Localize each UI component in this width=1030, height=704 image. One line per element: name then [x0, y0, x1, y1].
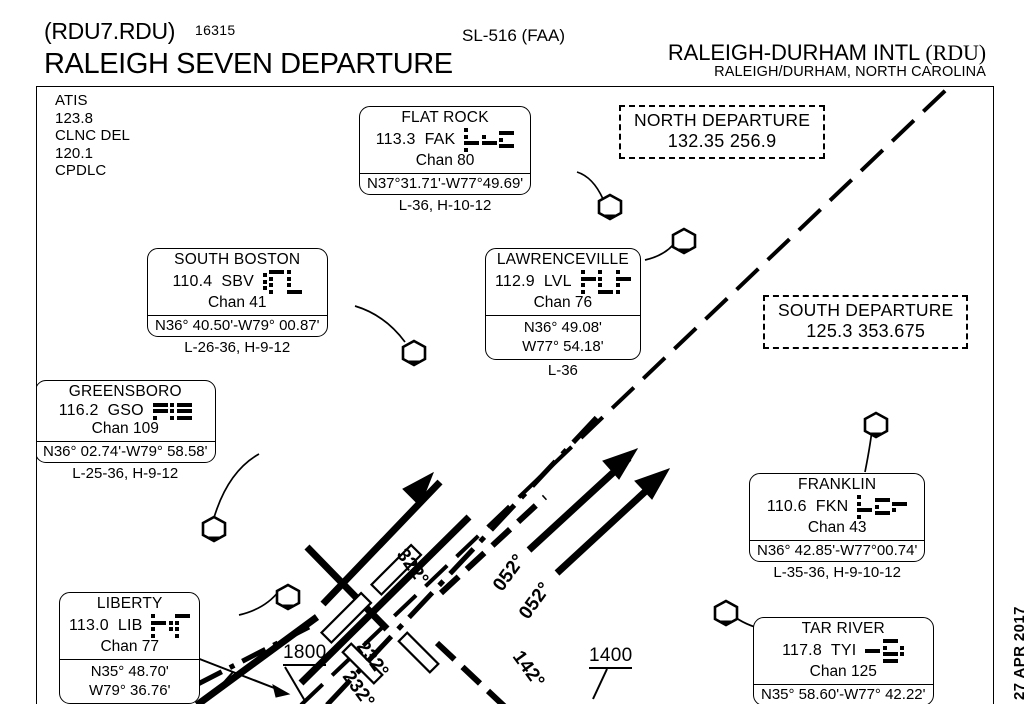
navaid-channel: Chan 76	[533, 293, 593, 311]
navaid-coordinates: N36° 02.74'-W79° 58.58'	[43, 443, 208, 460]
airport-name: RALEIGH-DURHAM INTL (RDU)	[668, 40, 986, 66]
navaid-frequency: 110.4	[172, 272, 213, 290]
cpdlc-label: CPDLC	[55, 162, 107, 179]
morse-code-icon	[865, 639, 905, 663]
plan-view: ATIS 123.8 CLNC DEL 120.1 CPDLC NORTH DE…	[36, 86, 994, 704]
navaid-latitude: N36° 49.08'	[523, 318, 602, 336]
vor-symbol-greensboro	[199, 515, 229, 543]
navaid-latitude: N35° 48.70'	[90, 662, 169, 680]
morse-code-icon	[152, 402, 192, 420]
navaid-name: LIBERTY	[96, 595, 163, 612]
navaid-name: FLAT ROCK	[401, 109, 489, 126]
sl-number: SL-516 (FAA)	[462, 26, 565, 45]
south-departure-comm-box: SOUTH DEPARTURE 125.3 353.675	[763, 295, 969, 349]
navaid-south-boston: SOUTH BOSTON 110.4 SBV Chan 41 N36° 40.5…	[147, 248, 328, 356]
navaid-frequency: 112.9	[495, 272, 535, 290]
morse-code-icon	[464, 128, 515, 152]
navaid-ident: GSO	[107, 402, 144, 419]
navaid-airways: L-25-36, H-9-12	[72, 465, 179, 482]
navaid-airways: L-36, H-10-12	[398, 196, 492, 214]
navaid-channel: Chan 41	[207, 293, 267, 311]
navaid-ident: LVL	[543, 272, 572, 290]
navaid-ident: FKN	[815, 497, 849, 515]
vor-symbol-franklin	[861, 411, 891, 439]
navaid-lawrenceville: LAWRENCEVILLE 112.9 LVL Chan 76 N36° 49.…	[485, 248, 641, 379]
vor-symbol-flat-rock	[595, 193, 625, 221]
navaid-coordinates: N35° 48.70' W79° 36.76'	[60, 660, 199, 703]
clearance-delivery-label: CLNC DEL	[55, 127, 130, 144]
navaid-coordinates: N35° 58.60'-W77° 42.22'	[761, 685, 926, 703]
navaid-coordinates: N36° 40.50'-W79° 00.87'	[155, 316, 320, 334]
vor-symbol-lawrenceville	[669, 227, 699, 255]
south-departure-frequencies: 125.3 353.675	[806, 321, 926, 341]
navaid-frequency: 113.3	[375, 130, 416, 148]
navaid-tar-river: TAR RIVER 117.8 TYI Chan 125 N35° 58.60'…	[753, 617, 934, 704]
navaid-channel: Chan 77	[100, 637, 160, 655]
morse-code-icon	[857, 495, 908, 519]
amendment-number: 16315	[195, 22, 236, 38]
navaid-franklin: FRANKLIN 110.6 FKN Chan 43 N36° 42.85'-W…	[749, 473, 926, 581]
clearance-delivery-frequency: 120.1	[55, 144, 94, 162]
navaid-name: SOUTH BOSTON	[174, 251, 301, 268]
navaid-name: GREENSBORO	[68, 383, 182, 400]
morse-code-icon	[262, 270, 302, 294]
navaid-frequency: 116.2	[58, 402, 99, 419]
navaid-airways: L-35-36, H-9-10-12	[773, 563, 901, 581]
navaid-coordinates: N36° 42.85'-W77°00.74'	[757, 541, 918, 559]
atis-line: ATIS	[55, 92, 88, 109]
navaid-coordinates: N37°31.71'-W77°49.69'	[367, 174, 524, 192]
navaid-name: TAR RIVER	[801, 620, 885, 637]
navaid-frequency: 117.8	[782, 641, 822, 659]
navaid-longitude: W79° 36.76'	[89, 681, 171, 699]
margin-right-text: 27 APR 2017	[1011, 606, 1028, 700]
departure-chart: (RDU7.RDU) 16315 SL-516 (FAA) RALEIGH SE…	[0, 0, 1030, 704]
vor-symbol-tar-river	[711, 599, 741, 627]
airport-ident: (RDU)	[925, 40, 986, 65]
north-departure-frequencies: 132.35 256.9	[667, 131, 777, 151]
navaid-channel: Chan 109	[91, 420, 159, 437]
atis-info-block: ATIS 123.8 CLNC DEL 120.1 CPDLC	[55, 92, 130, 180]
navaid-airways: L-36	[547, 361, 578, 379]
navaid-ident: LIB	[117, 616, 143, 634]
navaid-ident: TYI	[830, 641, 857, 659]
vor-symbol-liberty	[273, 583, 303, 611]
navaid-coordinates: N36° 49.08' W77° 54.18'	[486, 316, 640, 359]
navaid-liberty: LIBERTY 113.0 LIB Chan 77 N35° 48.70' W7…	[59, 592, 201, 704]
navaid-channel: Chan 80	[415, 151, 475, 169]
navaid-greensboro: GREENSBORO 116.2 GSO Chan 109 N36° 02.74…	[37, 380, 216, 482]
altitude-1800: 1800	[283, 642, 327, 666]
north-departure-comm-box: NORTH DEPARTURE 132.35 256.9	[619, 105, 826, 159]
navaid-channel: Chan 43	[807, 518, 867, 536]
airport-city-state: RALEIGH/DURHAM, NORTH CAROLINA	[714, 64, 986, 80]
morse-code-icon	[580, 270, 631, 294]
procedure-identifier: (RDU7.RDU)	[44, 18, 176, 44]
navaid-frequency: 113.0	[69, 616, 109, 634]
atis-frequency: 123.8	[55, 109, 94, 127]
page-title: RALEIGH SEVEN DEPARTURE	[44, 48, 453, 80]
navaid-airways: L-26-36, H-9-12	[184, 338, 291, 356]
navaid-ident: SBV	[221, 272, 254, 290]
morse-code-icon	[151, 614, 191, 638]
altitude-1400: 1400	[589, 645, 633, 669]
navaid-name: FRANKLIN	[798, 476, 877, 493]
airport-name-text: RALEIGH-DURHAM INTL	[667, 40, 920, 65]
navaid-ident: FAK	[424, 130, 456, 148]
north-departure-label: NORTH DEPARTURE	[634, 110, 811, 130]
navaid-longitude: W77° 54.18'	[522, 337, 604, 355]
south-departure-label: SOUTH DEPARTURE	[778, 300, 954, 320]
navaid-flat-rock: FLAT ROCK 113.3 FAK Chan 80 N37°31.71'-W…	[359, 106, 532, 214]
altitude-leader-lines	[208, 666, 608, 702]
navaid-name: LAWRENCEVILLE	[496, 251, 629, 268]
vor-symbol-south-boston	[399, 339, 429, 367]
navaid-frequency: 110.6	[766, 497, 807, 515]
navaid-channel: Chan 125	[809, 662, 877, 680]
